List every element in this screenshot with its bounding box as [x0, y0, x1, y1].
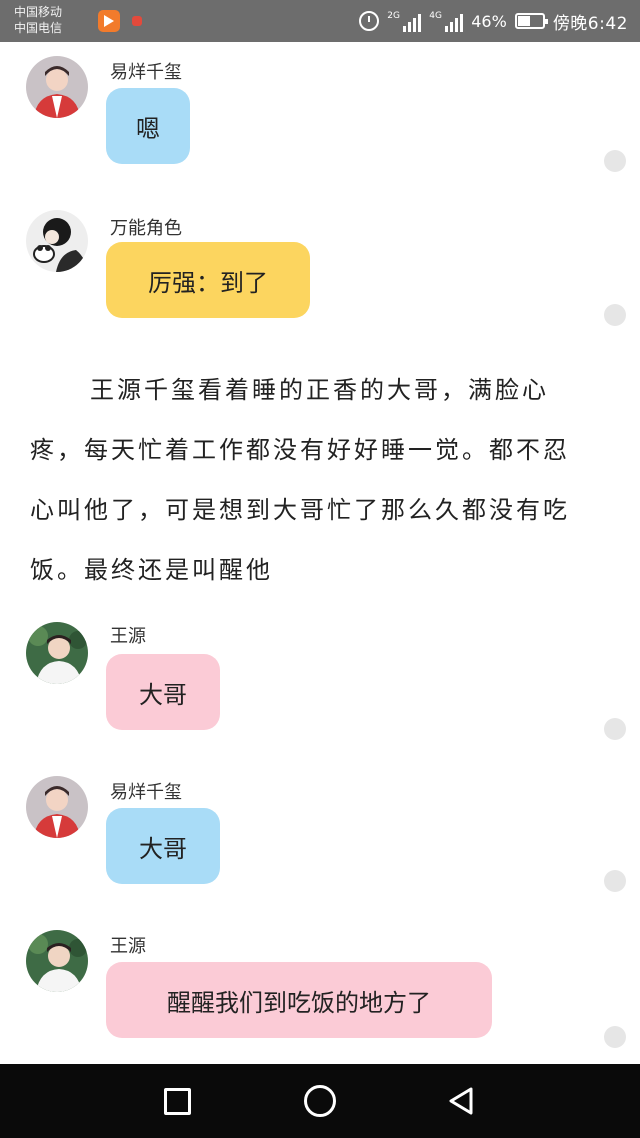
battery-icon: [514, 13, 548, 29]
status-dot: [604, 304, 626, 326]
message-bubble[interactable]: 大哥: [106, 808, 220, 884]
message-bubble[interactable]: 厉强：到了: [106, 242, 310, 318]
speaker-name: 易烊千玺: [110, 62, 182, 83]
speaker-name: 万能角色: [110, 218, 182, 239]
alarm-icon: [359, 11, 380, 31]
signal-4g-icon: 4G: [429, 10, 464, 32]
speaker-name: 易烊千玺: [110, 782, 182, 803]
clock-time: 傍晚6:42: [552, 13, 628, 34]
navigation-bar: [0, 1064, 640, 1138]
narration-text: 王源千玺看着睡的正香的大哥，满脸心疼，每天忙着工作都没有好好睡一觉。都不忍心叫他…: [30, 376, 570, 584]
status-bar: 中国移动 中国电信 2G 4G 46% 傍晚6:42: [0, 0, 640, 42]
carrier-1: 中国移动: [14, 5, 63, 19]
battery-percent: 46%: [471, 11, 507, 31]
speaker-name: 王源: [110, 626, 146, 647]
message-bubble[interactable]: 大哥: [106, 654, 220, 730]
message-bubble[interactable]: 醒醒我们到吃饭的地方了: [106, 962, 492, 1038]
carrier-labels: 中国移动 中国电信: [14, 4, 62, 36]
status-indicators: 2G 4G 46% 傍晚6:42: [359, 0, 628, 42]
speaker-name: 王源: [110, 936, 146, 957]
chat-area[interactable]: 易烊千玺 嗯 万能角色 厉强：到了 王源千玺看着睡的正香的大哥，满脸心疼，每天忙…: [0, 42, 640, 1064]
signal-2g-icon: 2G: [387, 10, 422, 32]
avatar[interactable]: [26, 776, 88, 838]
status-dot: [604, 718, 626, 740]
status-dot: [604, 870, 626, 892]
status-dot: [604, 1026, 626, 1048]
notification-icon: [132, 16, 142, 26]
recent-apps-icon[interactable]: [164, 1088, 191, 1115]
avatar[interactable]: [26, 622, 88, 684]
status-dot: [604, 150, 626, 172]
home-icon[interactable]: [304, 1085, 336, 1117]
avatar[interactable]: [26, 56, 88, 118]
back-icon[interactable]: [446, 1086, 476, 1116]
avatar[interactable]: [26, 930, 88, 992]
video-app-icon: [98, 10, 120, 32]
carrier-2: 中国电信: [14, 21, 63, 35]
message-bubble[interactable]: 嗯: [106, 88, 190, 164]
avatar[interactable]: [26, 210, 88, 272]
